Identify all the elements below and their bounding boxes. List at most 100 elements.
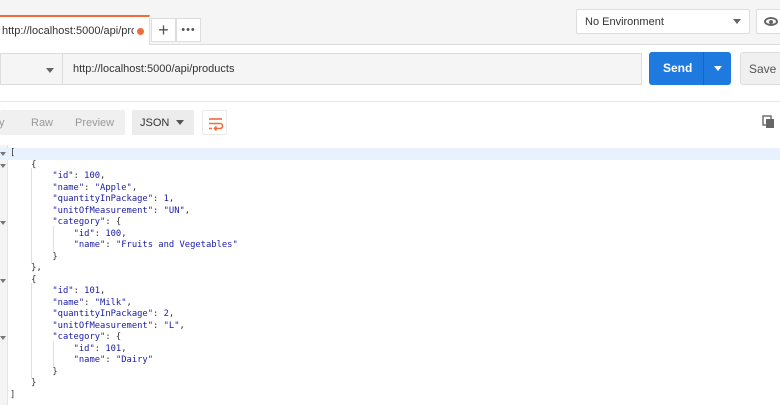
json-punct: } [10,251,58,262]
json-punct [10,183,52,193]
code-text: [ [10,148,15,160]
tab-raw[interactable]: Raw [31,117,53,131]
code-text: "category": { [10,332,121,344]
copy-icon [762,115,774,128]
json-value: "Apple" [94,182,132,193]
code-line: "name": "Milk", [0,298,780,310]
json-punct: [ [10,148,16,158]
code-text: "name": "Fruits and Vegetables" [10,240,238,252]
json-punct: , [168,194,175,204]
chevron-down-icon [176,120,184,125]
json-punct: , [121,343,127,354]
more-icon: ••• [181,24,196,36]
json-key: "id" [73,343,95,354]
send-divider [703,52,704,85]
fold-arrow-icon[interactable] [0,152,6,156]
environment-select[interactable]: No Environment [576,9,750,34]
json-punct: , [100,171,106,181]
code-line: "id": 101, [0,286,780,298]
json-value: 100 [105,228,122,239]
json-punct [10,344,74,354]
json-punct: : [105,240,116,250]
environment-quick-look-button[interactable] [756,9,780,34]
fold-arrow-icon[interactable] [0,221,6,225]
section-divider [0,101,780,102]
json-key: "name" [52,297,85,308]
json-key: "id" [52,286,74,296]
code-line: "quantityInPackage": 2, [0,309,780,321]
json-value: 100 [84,171,101,181]
json-punct: , [131,182,138,193]
json-punct: , [179,320,185,331]
tab-pretty[interactable]: ty [0,117,5,131]
code-text: "quantityInPackage": 1, [10,194,174,206]
json-value: "L" [163,320,180,331]
json-key: "quantityInPackage" [52,194,154,204]
code-text: "unitOfMeasurement": "UN", [10,206,190,218]
code-text: { [10,275,36,287]
language-select[interactable]: JSON [132,110,194,135]
code-line: "id": 100, [0,171,780,183]
json-punct [10,171,52,181]
code-text: "name": "Milk", [10,297,131,310]
wrap-lines-button[interactable] [202,110,227,135]
response-body-editor[interactable]: [ { "id": 100, "name": "Apple", "quantit… [0,145,780,405]
code-text: } [10,251,58,264]
json-value: "Dairy" [115,355,154,365]
json-punct: , [168,309,175,319]
json-punct: : [105,355,116,365]
json-value: "Fruits and Vegetables" [115,240,238,250]
more-tabs-button[interactable]: ••• [176,18,201,42]
tab-preview[interactable]: Preview [75,117,114,131]
fold-arrow-icon[interactable] [0,336,6,340]
code-line: }, [0,263,780,275]
save-label: Save [749,61,777,76]
json-punct [10,298,52,308]
json-punct: : [84,182,95,193]
code-line: "name": "Dairy" [0,355,780,367]
new-tab-button[interactable]: + [151,18,176,42]
fold-arrow-icon[interactable] [0,163,6,168]
code-line: { [0,160,780,172]
json-key: "quantityInPackage" [52,309,154,319]
json-key: "category" [52,217,106,227]
json-punct [10,229,74,239]
code-line: "category": { [0,217,780,229]
send-options-chevron-icon[interactable] [714,66,722,71]
json-punct [10,321,52,331]
code-line: } [0,252,780,264]
json-value: "UN" [163,205,185,216]
code-line: ] [0,390,780,402]
json-value: 101 [84,286,101,296]
json-punct: : [94,343,106,354]
code-text: "name": "Dairy" [10,355,153,367]
send-label: Send [663,61,693,75]
json-punct [10,286,52,296]
code-line: "name": "Apple", [0,183,780,195]
json-punct [10,217,52,227]
code-text: "id": 101, [10,344,127,356]
url-text: http://localhost:5000/api/products [73,63,235,75]
wrap-lines-icon [209,118,224,132]
json-punct: : [73,286,85,296]
json-punct: , [100,286,106,296]
method-select[interactable] [0,53,62,85]
code-text: } [10,378,36,390]
json-key: "unitOfMeasurement" [52,205,154,216]
fold-arrow-icon[interactable] [0,278,6,283]
url-input[interactable]: http://localhost:5000/api/products [62,53,642,85]
json-punct: : [153,205,164,216]
json-punct: : [73,171,85,181]
json-key: "unitOfMeasurement" [52,320,154,331]
request-tab[interactable]: http://localhost:5000/api/produc [0,15,150,45]
code-text: ] [10,390,15,402]
code-text: "name": "Apple", [10,183,137,195]
code-line: "quantityInPackage": 1, [0,194,780,206]
send-button[interactable]: Send [649,52,731,85]
tab-bar: http://localhost:5000/api/produc + ••• N… [0,0,780,45]
code-line: { [0,275,780,287]
save-button[interactable]: Save [740,52,780,85]
plus-icon: + [158,20,169,40]
code-text: "quantityInPackage": 2, [10,309,174,321]
copy-response-button[interactable] [762,115,776,129]
